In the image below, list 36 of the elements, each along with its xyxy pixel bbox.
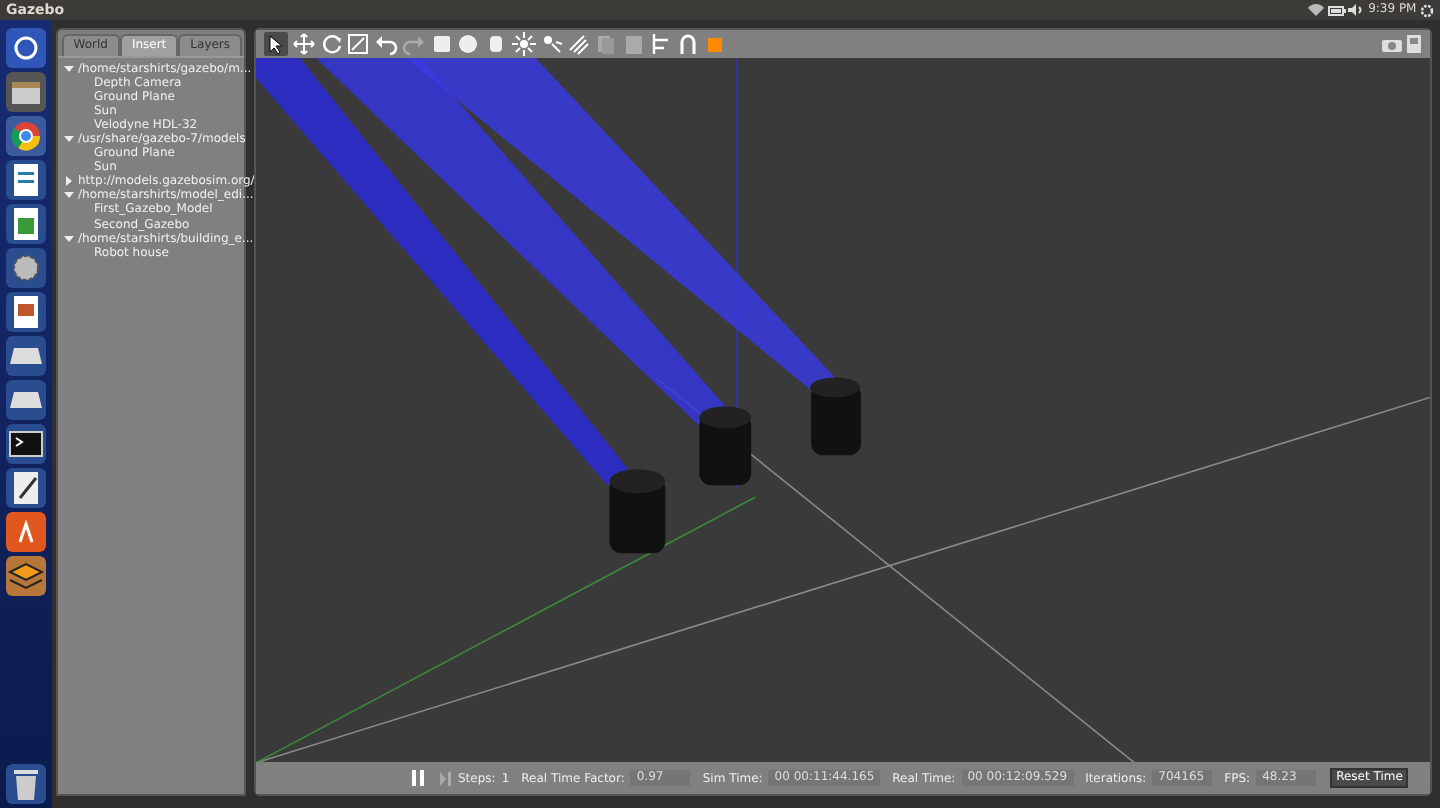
gear-icon[interactable] [1420, 3, 1434, 17]
rotate-icon[interactable] [319, 32, 343, 56]
trash-icon[interactable] [6, 764, 46, 805]
collapse-arrow-icon[interactable] [64, 233, 74, 244]
cursor-icon[interactable] [264, 32, 288, 56]
undo-icon[interactable] [374, 32, 398, 56]
spreadsheet-icon[interactable] [6, 204, 46, 244]
point-light-icon[interactable] [539, 32, 563, 56]
magnet-icon[interactable] [676, 32, 701, 56]
sun-icon[interactable] [511, 32, 536, 56]
text-editor-icon[interactable] [6, 468, 46, 508]
cube-icon[interactable] [429, 32, 453, 56]
expand-arrow-icon[interactable] [64, 176, 74, 187]
settings-icon[interactable] [6, 248, 46, 288]
terminal-icon[interactable] [6, 424, 46, 464]
collapse-arrow-icon[interactable] [64, 190, 74, 201]
collapse-arrow-icon[interactable] [64, 134, 74, 145]
pause-icon[interactable] [412, 770, 424, 787]
network-icon[interactable] [1307, 4, 1324, 16]
drive-icon[interactable] [6, 336, 46, 376]
browser-icon[interactable] [6, 116, 46, 156]
camera-icon[interactable] [1382, 36, 1403, 52]
cylinder-icon[interactable] [484, 32, 508, 56]
presentation-icon[interactable] [6, 292, 46, 332]
scale-icon[interactable] [346, 32, 371, 56]
spot-light-icon[interactable] [566, 32, 591, 56]
speaker-icon[interactable] [1348, 4, 1365, 16]
align-icon[interactable] [649, 32, 673, 56]
battery-icon[interactable] [1327, 5, 1346, 15]
ubuntu-logo-icon[interactable] [6, 28, 46, 68]
collapse-arrow-icon[interactable] [64, 63, 74, 74]
document-icon[interactable] [6, 160, 46, 200]
folder-icon[interactable] [6, 72, 46, 112]
drive-icon[interactable] [6, 380, 46, 420]
sphere-icon[interactable] [456, 32, 481, 56]
move-arrows-icon[interactable] [291, 32, 316, 56]
